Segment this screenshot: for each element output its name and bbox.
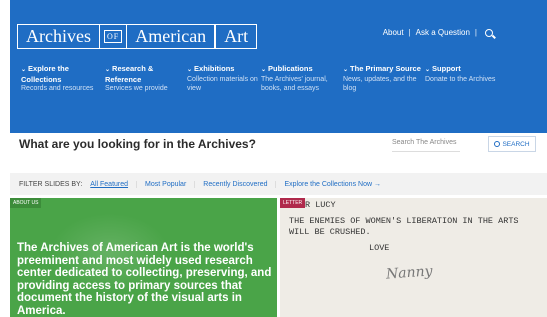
nav-primary-source[interactable]: ⌄ The Primary Source News, updates, and t… [343,64,425,93]
search-button[interactable]: SEARCH [488,136,536,152]
logo-of: OF [99,24,127,49]
search-icon [494,141,501,147]
nav-exhibitions[interactable]: ⌄ Exhibitions Collection materials on vie… [187,64,261,93]
logo-archives: Archives [17,24,100,49]
logo-art: Art [215,24,258,49]
search-heading: What are you looking for in the Archives… [19,137,256,151]
chevron-down-icon: ⌄ [261,67,267,73]
chevron-down-icon: ⌄ [343,67,349,73]
search-input[interactable]: Search The Archives [392,139,460,152]
slide-headline: The Archives of American Art is the worl… [17,242,272,317]
chevron-down-icon: ⌄ [187,67,193,73]
nav-explore-collections[interactable]: ⌄ Explore the Collections Records and res… [21,64,105,93]
filter-recently-discovered[interactable]: Recently Discovered [194,180,275,188]
slide-about-us[interactable]: ABOUT US The Archives of American Art is… [10,198,277,317]
utility-nav: About | Ask a Question | [383,28,493,37]
nav-support[interactable]: ⌄ Support Donate to the Archives [425,64,515,93]
divider: | [408,28,411,37]
filter-most-popular[interactable]: Most Popular [136,180,194,188]
left-margin [0,0,10,317]
filter-bar: FILTER SLIDES BY: All Featured Most Popu… [10,173,547,195]
about-link[interactable]: About [383,28,404,37]
filter-explore-collections[interactable]: Explore the Collections Now → [275,180,389,188]
search-icon[interactable] [485,28,493,37]
nav-publications[interactable]: ⌄ Publications The Archives' journal, boo… [261,64,343,93]
nav-research-reference[interactable]: ⌄ Research & Reference Services we provid… [105,64,187,93]
slide-letter[interactable]: LETTER R LUCY THE ENEMIES OF WOMEN'S LIB… [280,198,547,317]
ask-question-link[interactable]: Ask a Question [416,28,470,37]
divider: | [474,28,477,37]
letter-text: R LUCY THE ENEMIES OF WOMEN'S LIBERATION… [289,200,519,253]
main-nav: ⌄ Explore the Collections Records and res… [21,64,515,93]
chevron-down-icon: ⌄ [425,67,431,73]
chevron-down-icon: ⌄ [21,67,27,73]
chevron-down-icon: ⌄ [105,67,111,73]
slide-tag: ABOUT US [10,198,42,208]
signature: Nanny [385,263,434,283]
filter-all-featured[interactable]: All Featured [90,181,136,188]
site-header: Archives OF American Art About | Ask a Q… [0,0,547,133]
filter-label: FILTER SLIDES BY: [19,180,83,188]
site-logo[interactable]: Archives OF American Art [17,24,258,49]
logo-american: American [126,24,216,49]
